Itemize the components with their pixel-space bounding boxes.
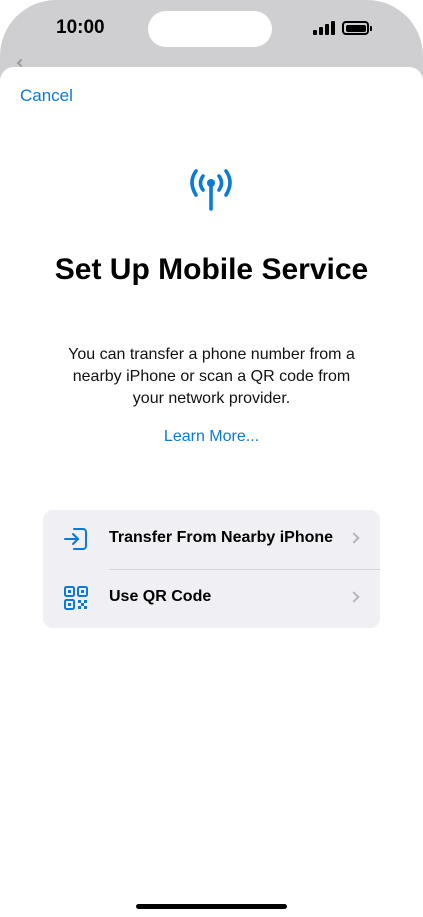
battery-icon — [342, 21, 372, 35]
cancel-button[interactable]: Cancel — [20, 86, 73, 106]
option-label: Use QR Code — [109, 588, 212, 605]
chevron-right-icon — [348, 591, 360, 603]
phone-frame: 10:00 Cancel Set Up Mobile Service You c… — [0, 0, 423, 917]
back-chevron-icon — [16, 58, 26, 68]
dynamic-island — [148, 11, 272, 47]
use-qr-code-option[interactable]: Use QR Code — [43, 569, 380, 628]
setup-options-list: Transfer From Nearby iPhone Use QR Code — [43, 510, 380, 628]
option-label: Transfer From Nearby iPhone — [109, 529, 334, 546]
transfer-from-iphone-option[interactable]: Transfer From Nearby iPhone — [43, 510, 380, 570]
description-text: You can transfer a phone number from a n… — [68, 346, 355, 407]
transfer-icon — [64, 528, 87, 550]
chevron-right-icon — [348, 532, 360, 544]
learn-more-link[interactable]: Learn More... — [0, 428, 423, 446]
status-time: 10:00 — [56, 17, 105, 38]
setup-sheet: Cancel Set Up Mobile Service You can tra… — [0, 67, 423, 917]
home-indicator[interactable] — [136, 904, 287, 909]
qr-code-icon — [64, 586, 88, 610]
page-title: Set Up Mobile Service — [54, 253, 369, 286]
antenna-icon — [190, 169, 232, 211]
signal-icon — [313, 21, 335, 35]
status-bar: 10:00 — [0, 0, 423, 60]
